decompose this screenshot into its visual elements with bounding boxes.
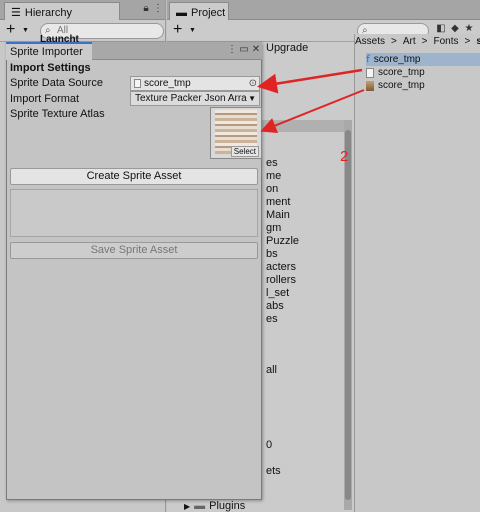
annotation-arrows bbox=[257, 68, 365, 133]
annotation-arrow bbox=[257, 68, 363, 94]
annotation-number: 2 bbox=[340, 148, 349, 165]
annotation-arrow bbox=[260, 89, 365, 133]
